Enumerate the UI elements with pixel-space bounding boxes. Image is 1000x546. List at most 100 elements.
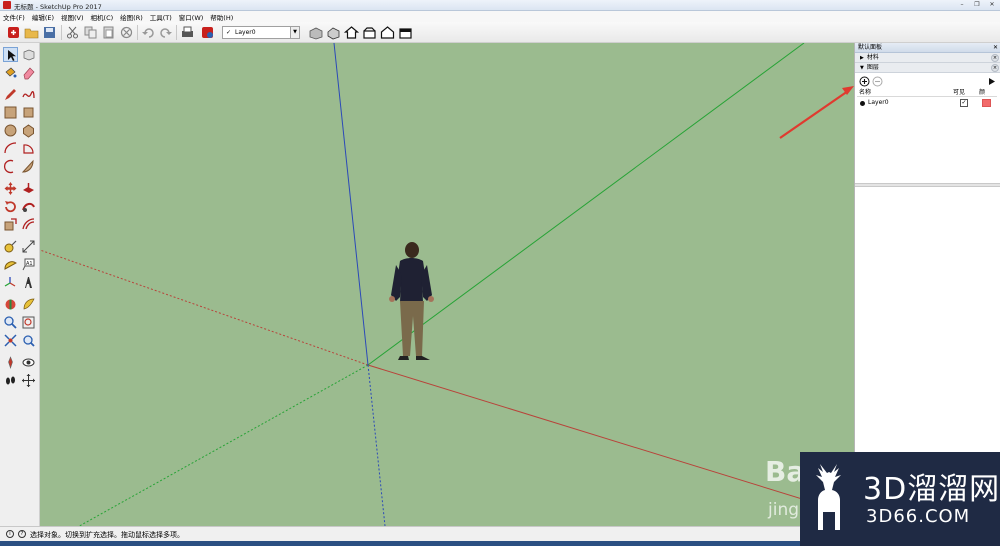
collapse-triangle-icon: ▼ <box>860 65 864 71</box>
3d66-logo: 3D溜溜网 3D66.COM <box>800 452 1000 546</box>
scale-figure[interactable] <box>389 242 434 360</box>
erase-icon[interactable] <box>119 25 134 40</box>
back-view-icon[interactable] <box>398 25 413 40</box>
active-layer-radio-icon[interactable] <box>860 101 865 106</box>
panel-layers[interactable]: ▼ 图层 × <box>855 63 1000 73</box>
dimension-icon[interactable] <box>21 239 36 254</box>
three-point-arc-icon[interactable] <box>21 159 36 174</box>
panel-close-icon[interactable]: × <box>991 54 999 62</box>
layer-dropdown[interactable]: ✓ Layer0 ▼ <box>222 26 300 39</box>
panel-materials-label: 材料 <box>866 54 879 61</box>
minimize-button[interactable]: – <box>956 1 968 9</box>
component-icon[interactable] <box>21 47 36 62</box>
paste-icon[interactable] <box>101 25 116 40</box>
menu-camera[interactable]: 相机(C) <box>91 12 114 22</box>
circle-icon[interactable] <box>3 123 18 138</box>
drawing-viewport[interactable] <box>40 43 854 526</box>
pencil-icon[interactable] <box>3 87 18 102</box>
save-icon[interactable] <box>42 25 57 40</box>
text-icon[interactable]: A1 <box>21 257 36 272</box>
cut-icon[interactable] <box>65 25 80 40</box>
panel-materials[interactable]: ▶ 材料 × <box>855 53 1000 63</box>
blue-axis-negative <box>367 364 386 526</box>
position-camera-icon[interactable] <box>3 355 18 370</box>
close-button[interactable]: ✕ <box>986 1 998 9</box>
menu-help[interactable]: 帮助(H) <box>210 12 233 22</box>
tool-palette: A1 <box>0 43 40 526</box>
right-view-icon[interactable] <box>380 25 395 40</box>
arc-icon[interactable] <box>3 141 18 156</box>
menu-file[interactable]: 文件(F) <box>3 12 25 22</box>
select-icon[interactable] <box>3 47 18 62</box>
title-bar: 无标题 - SketchUp Pro 2017 – ❐ ✕ <box>0 0 1000 11</box>
layer-details-icon[interactable] <box>986 76 997 87</box>
pie-icon[interactable] <box>21 141 36 156</box>
geo-location-icon[interactable]: i <box>6 530 14 538</box>
redo-icon[interactable] <box>158 25 173 40</box>
rotated-rectangle-icon[interactable] <box>21 105 36 120</box>
print-icon[interactable] <box>180 25 195 40</box>
add-layer-icon[interactable] <box>859 76 870 87</box>
green-axis-negative <box>78 364 369 526</box>
push-pull-icon[interactable] <box>21 181 36 196</box>
top-view-icon[interactable] <box>343 25 360 40</box>
red-axis <box>367 364 854 516</box>
menu-tools[interactable]: 工具(T) <box>150 12 172 22</box>
3d-warehouse-icon[interactable] <box>308 25 323 40</box>
menu-view[interactable]: 视图(V) <box>61 12 84 22</box>
tape-measure-icon[interactable] <box>3 239 18 254</box>
panel-close-icon[interactable]: × <box>991 64 999 72</box>
iso-view-icon[interactable] <box>326 25 341 40</box>
maximize-button[interactable]: ❐ <box>971 1 983 9</box>
layer-row[interactable]: Layer0 ✓ <box>857 98 997 108</box>
axes-icon[interactable] <box>3 275 18 290</box>
rotate-icon[interactable] <box>3 199 18 214</box>
3d-text-icon[interactable] <box>21 275 36 290</box>
open-icon[interactable] <box>24 25 39 40</box>
copy-icon[interactable] <box>83 25 98 40</box>
tray-title-text: 默认面板 <box>858 44 883 51</box>
layer-color-swatch[interactable] <box>982 99 991 107</box>
eraser-icon[interactable] <box>21 65 36 80</box>
look-around-icon[interactable] <box>21 355 36 370</box>
front-view-icon[interactable] <box>362 25 377 40</box>
delete-layer-icon[interactable] <box>872 76 883 87</box>
paint-bucket-icon[interactable] <box>3 65 18 80</box>
protractor-icon[interactable] <box>3 257 18 272</box>
scale-icon[interactable] <box>3 217 18 232</box>
orbit-alt-icon[interactable] <box>21 373 36 388</box>
menu-window[interactable]: 窗口(W) <box>179 12 204 22</box>
pan-icon[interactable] <box>21 333 36 348</box>
menu-edit[interactable]: 编辑(E) <box>32 12 54 22</box>
blue-axis <box>333 43 369 366</box>
zoom-extents-icon[interactable] <box>3 333 18 348</box>
status-bar: i ? 选择对象。切换到扩充选择。拖动鼠标选择多项。 <box>0 526 800 541</box>
two-point-arc-icon[interactable] <box>3 159 18 174</box>
freehand-icon[interactable] <box>21 87 36 102</box>
follow-me-icon[interactable] <box>21 199 36 214</box>
col-name[interactable]: 名称 <box>859 88 871 97</box>
menu-bar: 文件(F) 编辑(E) 视图(V) 相机(C) 绘图(R) 工具(T) 窗口(W… <box>0 11 1000 22</box>
section-plane-icon[interactable] <box>3 297 18 312</box>
rectangle-icon[interactable] <box>3 105 18 120</box>
model-axes <box>40 43 854 526</box>
model-info-icon[interactable] <box>200 25 215 40</box>
tray-close-icon[interactable]: ✕ <box>993 44 998 52</box>
col-visible[interactable]: 可见 <box>953 88 965 97</box>
layer-visible-checkbox[interactable]: ✓ <box>960 99 968 107</box>
zoom-window-icon[interactable] <box>21 315 36 330</box>
walk-icon[interactable] <box>3 373 18 388</box>
offset-icon[interactable] <box>21 217 36 232</box>
new-model-icon[interactable] <box>6 25 21 40</box>
zoom-icon[interactable] <box>3 315 18 330</box>
undo-icon[interactable] <box>141 25 156 40</box>
tray-splitter[interactable] <box>855 183 1000 187</box>
move-icon[interactable] <box>3 181 18 196</box>
chevron-down-icon[interactable]: ▼ <box>290 27 299 38</box>
layer-name[interactable]: Layer0 <box>868 98 889 108</box>
help-icon[interactable]: ? <box>18 530 26 538</box>
menu-draw[interactable]: 绘图(R) <box>120 12 143 22</box>
orbit-icon[interactable] <box>21 297 36 312</box>
col-color[interactable]: 颜 <box>979 88 985 97</box>
polygon-icon[interactable] <box>21 123 36 138</box>
